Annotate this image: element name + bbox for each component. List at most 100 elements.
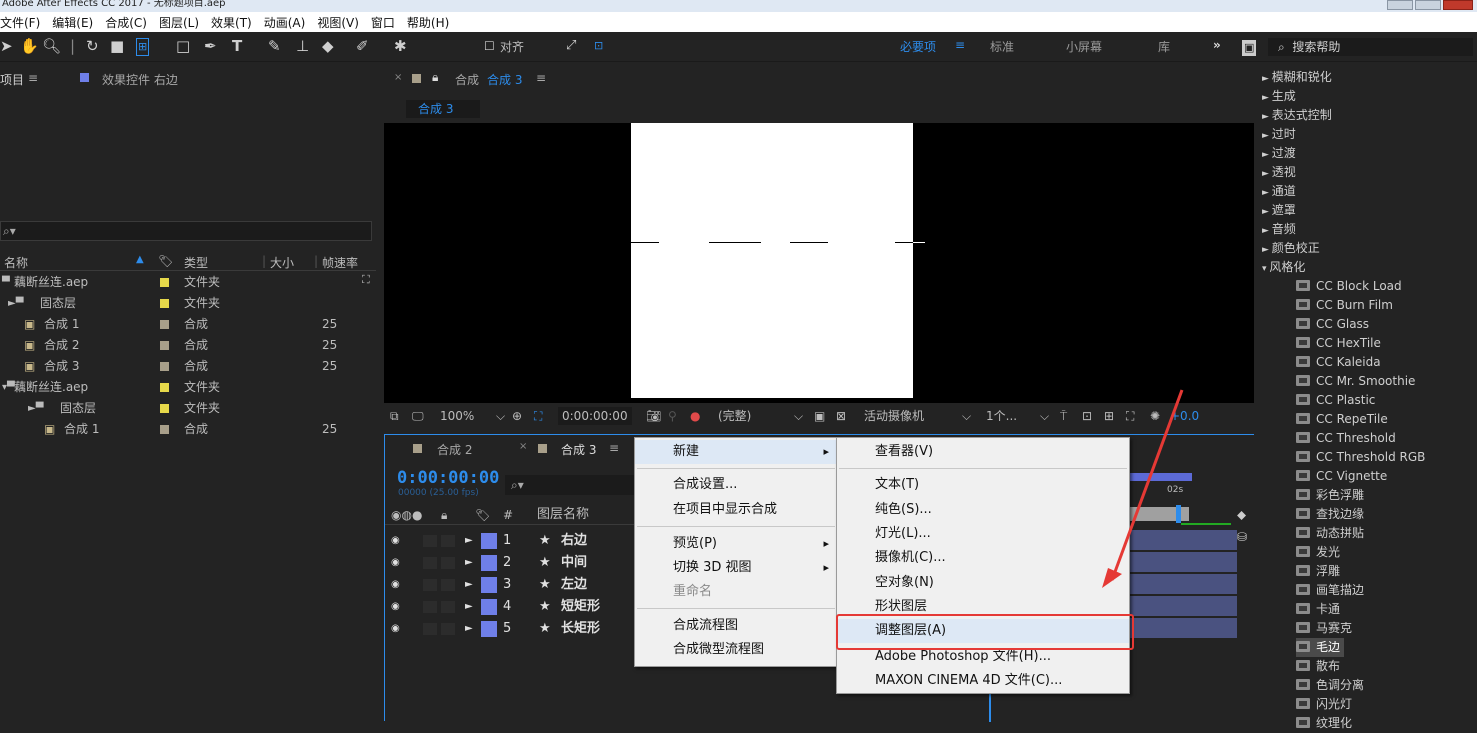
lock-switch[interactable] (441, 579, 455, 591)
effect-category[interactable]: ► 过渡 (1262, 144, 1296, 163)
pan-behind-tool-icon[interactable]: ⊞ (136, 38, 150, 56)
panel-menu-icon[interactable]: ≡ (536, 71, 546, 85)
close-tab-icon[interactable]: × (519, 441, 527, 452)
effect-item[interactable]: 卡通 (1296, 600, 1340, 619)
submenu-item[interactable]: MAXON CINEMA 4D 文件(C)... (837, 669, 1129, 693)
submenu-item[interactable]: 文本(T) (837, 473, 1129, 497)
effect-item[interactable]: 散布 (1296, 657, 1340, 676)
hand-tool-icon[interactable]: ✋ (20, 38, 39, 54)
more-workspaces-button[interactable]: » (1213, 38, 1221, 52)
label-color-swatch[interactable] (160, 404, 169, 413)
project-row[interactable]: ►▀ 固态层 文件夹 (0, 293, 370, 314)
label-color-swatch[interactable] (160, 299, 169, 308)
project-row[interactable]: ▣ 合成 2 合成 25 (0, 335, 370, 356)
camera-dropdown[interactable]: 活动摄像机 (864, 405, 924, 427)
expand-arrow-icon[interactable]: ► (1262, 226, 1272, 236)
context-menu-item[interactable]: 合成流程图 (635, 614, 837, 638)
monitor-icon[interactable]: 🖵︎ (412, 405, 424, 427)
effect-item[interactable]: 纹理化 (1296, 714, 1352, 733)
expand-arrow-icon[interactable]: ► (1262, 245, 1272, 255)
expand-arrow-icon[interactable]: ► (1262, 150, 1272, 160)
effect-category[interactable]: ► 透视 (1262, 163, 1296, 182)
menu-edit[interactable]: 编辑(E) (46, 14, 99, 31)
effect-item[interactable]: CC HexTile (1296, 334, 1381, 353)
layer-label-swatch[interactable] (481, 533, 497, 549)
zoom-slider-icon[interactable]: ⬥ (1237, 508, 1246, 523)
expand-arrow-icon[interactable]: ► (465, 618, 473, 640)
expand-arrow-icon[interactable]: ► (1262, 112, 1272, 122)
effect-item[interactable]: 毛边 (1296, 638, 1345, 657)
project-row[interactable]: ▣ 合成 1 合成 25 (0, 314, 370, 335)
panel-menu-icon[interactable]: ≡ (28, 71, 38, 85)
layer-name[interactable]: 中间 (561, 552, 587, 574)
chevron-down-icon[interactable]: ⌵ (496, 405, 505, 427)
eraser-tool-icon[interactable]: ◆ (322, 38, 334, 54)
context-menu-item[interactable]: 在项目中显示合成 (635, 498, 837, 522)
effect-item[interactable]: 查找边缘 (1296, 505, 1364, 524)
label-color-swatch[interactable] (160, 425, 169, 434)
label-color-swatch[interactable] (160, 362, 169, 371)
view-layout-dropdown[interactable]: 1个... (986, 405, 1017, 427)
effect-item[interactable]: CC RepeTile (1296, 410, 1388, 429)
project-row[interactable]: ▀ 藕断丝连.aep 文件夹 (0, 272, 370, 293)
av-features-icon[interactable]: ◉◍● (391, 505, 422, 525)
show-snapshot-icon[interactable]: ⚲ (668, 405, 677, 427)
timeline-layer-row[interactable]: ◉ ► 5 ★ 长矩形 (385, 618, 633, 640)
expand-arrow-icon[interactable]: ► (465, 552, 473, 574)
puppet-tool-icon[interactable]: ✱ (394, 38, 407, 54)
submenu-item[interactable]: 纯色(S)... (837, 498, 1129, 522)
zoom-tool-icon[interactable]: 🔍︎ (42, 38, 61, 54)
expand-arrow-icon[interactable]: ► (1262, 93, 1272, 103)
solo-switch[interactable] (423, 535, 437, 547)
panel-menu-icon[interactable]: ≡ (609, 441, 619, 455)
timeline-layer-row[interactable]: ◉ ► 1 ★ 右边 (385, 530, 633, 552)
label-tag-icon[interactable]: 🏷︎ (475, 505, 490, 525)
comp-breadcrumb[interactable]: 合成 3 (406, 100, 480, 118)
layer-label-swatch[interactable] (481, 599, 497, 615)
timeline-current-time[interactable]: 0:00:00:00 (397, 468, 499, 488)
snap-options-icon[interactable]: ⊡ (594, 38, 603, 54)
effect-item[interactable]: CC Mr. Smoothie (1296, 372, 1415, 391)
submenu-item[interactable]: 查看器(V) (837, 440, 1129, 464)
context-menu-item[interactable]: 合成设置... (635, 473, 837, 497)
effect-item[interactable]: CC Block Load (1296, 277, 1402, 296)
layer-name[interactable]: 左边 (561, 574, 587, 596)
expand-arrow-icon[interactable]: ► (465, 596, 473, 618)
menu-layer[interactable]: 图层(L) (153, 14, 205, 31)
sort-up-icon[interactable]: ▲ (136, 254, 144, 265)
zoom-level[interactable]: 100% (440, 405, 474, 427)
timeline-tab-comp2[interactable]: 合成 2 (437, 441, 472, 458)
effect-item[interactable]: CC Vignette (1296, 467, 1387, 486)
selection-tool-icon[interactable]: ➤ (0, 38, 13, 54)
effect-item[interactable]: 马赛克 (1296, 619, 1352, 638)
lock-icon[interactable]: 🔒︎ (441, 505, 447, 525)
project-row[interactable]: ►▀ 固态层 文件夹 (0, 398, 370, 419)
search-help-field[interactable]: ⌕ 搜索帮助 (1268, 38, 1473, 56)
timeline-layer-row[interactable]: ◉ ► 2 ★ 中间 (385, 552, 633, 574)
menu-composition[interactable]: 合成(C) (99, 14, 153, 31)
close-window-button[interactable] (1443, 0, 1473, 10)
submenu-item[interactable]: 空对象(N) (837, 571, 1129, 595)
menu-view[interactable]: 视图(V) (311, 14, 365, 31)
maximize-button[interactable] (1415, 0, 1441, 10)
timeline-search-input[interactable]: ⌕▾ (505, 475, 635, 495)
lock-switch[interactable] (441, 535, 455, 547)
visibility-eye-icon[interactable]: ◉ (391, 574, 400, 596)
effect-item[interactable]: CC Burn Film (1296, 296, 1393, 315)
effect-category[interactable]: ► 颜色校正 (1262, 239, 1320, 258)
camera-snapshot-icon[interactable]: 📷︎ (646, 405, 661, 427)
visibility-eye-icon[interactable]: ◉ (391, 596, 400, 618)
sync-settings-icon[interactable]: ▣ (1242, 40, 1257, 56)
roto-brush-tool-icon[interactable]: ✐ (356, 38, 369, 54)
layer-label-swatch[interactable] (481, 577, 497, 593)
lock-icon[interactable]: 🔒︎ (432, 70, 438, 85)
effect-item[interactable]: 动态拼贴 (1296, 524, 1364, 543)
snap-icon[interactable]: ⤢ (566, 38, 576, 54)
grid-icon[interactable]: ⊕ (512, 405, 522, 427)
timeline-tab-comp3[interactable]: 合成 3 (561, 441, 596, 458)
render-toggle-icon[interactable]: ⊡ (1082, 405, 1092, 427)
color-channels-icon[interactable]: ● (690, 405, 700, 427)
pixel-aspect-icon[interactable]: ⍑ (1060, 405, 1067, 427)
context-menu-item[interactable]: 切换 3D 视图 ▸ (635, 556, 837, 580)
context-menu-item[interactable]: 新建 ▸ (635, 440, 837, 464)
